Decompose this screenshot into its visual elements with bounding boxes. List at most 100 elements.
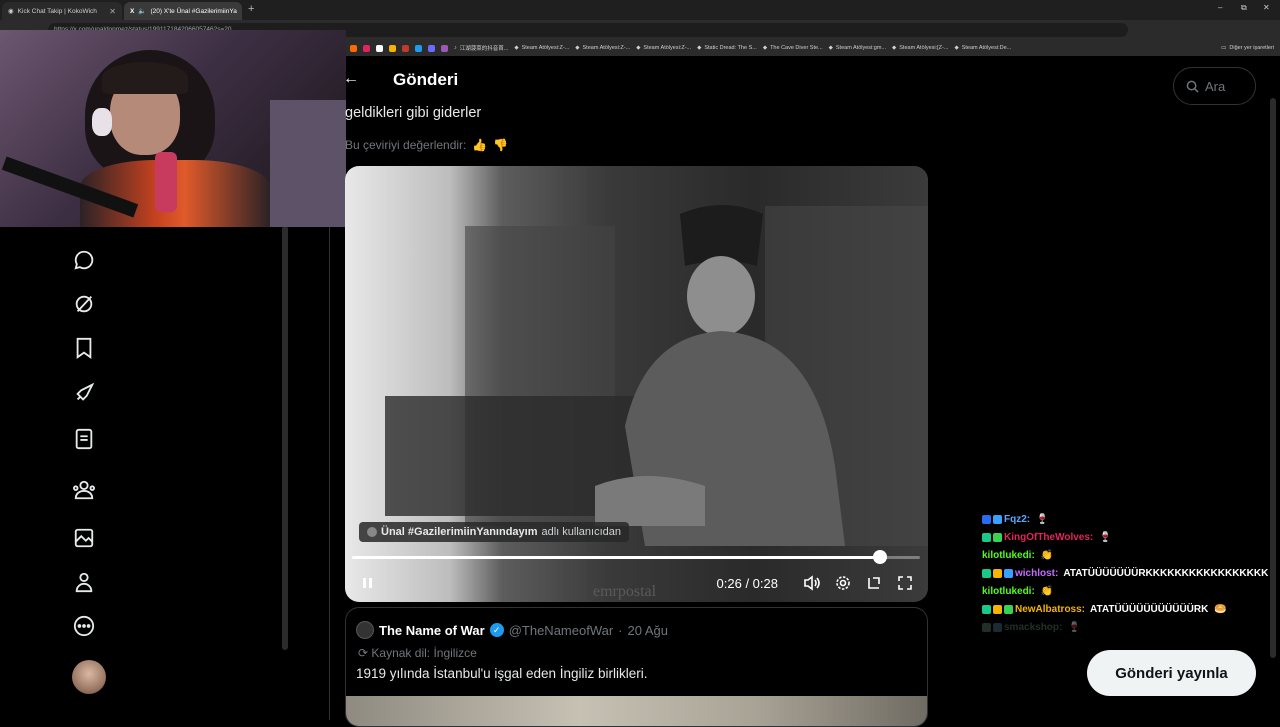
- left-scrollbar[interactable]: [282, 226, 288, 650]
- bookmark-icon[interactable]: [441, 44, 448, 52]
- quoted-media[interactable]: [346, 696, 927, 726]
- browser-tab-kick-chat[interactable]: ◉ Kick Chat Takip | KokoWich ✕: [2, 2, 122, 20]
- fullscreen-icon[interactable]: [894, 572, 916, 594]
- chat-username: smackshop:: [1004, 621, 1063, 633]
- bookmark-item[interactable]: ◆ Steam Atölyesi:[Z-...: [892, 45, 948, 51]
- search-input[interactable]: Ara: [1173, 67, 1256, 105]
- chat-badge-icon: [993, 514, 1002, 524]
- verified-badge-icon: ✓: [489, 623, 504, 637]
- grok-icon[interactable]: [72, 292, 96, 316]
- chat-badge-icon: [1004, 604, 1013, 614]
- browser-tab-x[interactable]: X 🔈 (20) X'te Ünal #GazilerimiinYa ✕: [124, 2, 242, 20]
- tiktok-icon: ♪: [454, 45, 457, 51]
- chat-badge-icon: [982, 622, 991, 632]
- chat-badge-icon: [1004, 568, 1013, 578]
- translate-icon: ⟳: [358, 646, 369, 660]
- account-avatar[interactable]: [72, 660, 106, 694]
- video-progress-fill: [352, 556, 881, 559]
- close-tab-icon[interactable]: ✕: [241, 7, 242, 16]
- chat-text: ATATÜÜÜÜÜÜÜÜÜÜÜRK: [1090, 603, 1209, 615]
- speaker-icon[interactable]: 🔈: [138, 7, 146, 15]
- volume-icon[interactable]: [801, 572, 823, 594]
- chat-badge-icon: [982, 532, 991, 542]
- quoted-date[interactable]: 20 Ağu: [628, 623, 669, 638]
- quoted-handle[interactable]: @TheNameofWar: [509, 623, 613, 638]
- chat-icon[interactable]: [72, 248, 96, 272]
- steam-icon: ◆: [762, 45, 768, 51]
- minimize-button[interactable]: –: [1218, 3, 1222, 12]
- avatar-icon: [367, 527, 377, 537]
- chat-emote-icon: 🍷: [1099, 531, 1112, 543]
- bookmark-icon[interactable]: [363, 44, 370, 52]
- pause-icon[interactable]: [357, 572, 379, 594]
- quoted-tweet-header: The Name of War ✓ @TheNameofWar · 20 Ağu: [356, 621, 668, 639]
- video-progress-bar[interactable]: [352, 550, 920, 564]
- communities-icon[interactable]: [72, 478, 96, 502]
- chat-badge-icon: [993, 604, 1002, 614]
- publish-post-button[interactable]: Gönderi yayınla: [1087, 650, 1256, 696]
- chat-badge-icon: [993, 622, 1002, 632]
- bookmark-label: Steam Atölyesi:[Z-...: [899, 45, 949, 51]
- settings-gear-icon[interactable]: [832, 572, 854, 594]
- chat-emote-icon: 🍷: [1036, 513, 1049, 525]
- back-arrow-icon[interactable]: ←: [343, 70, 363, 90]
- video-attribution[interactable]: Ünal #GazilerimiinYanındayım adlı kullan…: [359, 522, 629, 542]
- bookmark-icon[interactable]: [428, 44, 435, 52]
- chat-badge-icon: [982, 568, 991, 578]
- stream-chat-overlay: Fqz2: 🍷 KingOfTheWolves: 🍷 kilotlukedi: 👏 wich…: [982, 510, 1274, 636]
- close-window-button[interactable]: ✕: [1263, 3, 1270, 12]
- picture-in-picture-icon[interactable]: [863, 572, 885, 594]
- bookmark-item[interactable]: ◆ Static Dread: The S...: [697, 45, 757, 51]
- bookmark-item[interactable]: ◆ The Cave Diver Ste...: [763, 45, 823, 51]
- bookmark-item[interactable]: ◆ Steam Atölyesi:De...: [954, 45, 1011, 51]
- more-icon[interactable]: [72, 614, 96, 638]
- search-placeholder: Ara: [1205, 78, 1226, 94]
- bookmark-icon[interactable]: [402, 44, 409, 52]
- bookmark-icon[interactable]: [389, 44, 396, 52]
- steam-icon: ◆: [514, 45, 519, 51]
- quoted-avatar[interactable]: [356, 621, 374, 639]
- thumbs-up-icon[interactable]: 👍: [472, 138, 487, 152]
- bookmark-label: Diğer yer işaretleri: [1229, 45, 1274, 51]
- list-icon[interactable]: [72, 427, 96, 451]
- chat-username: KingOfTheWolves:: [1004, 531, 1094, 543]
- chat-message: Fqz2: 🍷: [982, 510, 1274, 528]
- chat-badge-icon: [982, 604, 991, 614]
- quoted-name[interactable]: The Name of War: [379, 623, 485, 638]
- steam-icon: ◆: [575, 45, 580, 51]
- webcam-overlay: [0, 30, 346, 227]
- bookmark-icon[interactable]: [376, 44, 383, 52]
- bookmark-item[interactable]: ◆ Steam Atölyesi:Z-...: [575, 45, 630, 51]
- rocket-icon[interactable]: [72, 381, 96, 405]
- bookmark-icon[interactable]: [350, 44, 357, 52]
- bookmark-item[interactable]: ♪ 江湖菠菜的抖音首...: [454, 44, 508, 52]
- chat-username: kilotlukedi:: [982, 585, 1035, 597]
- new-tab-button[interactable]: +: [248, 3, 254, 15]
- maximize-button[interactable]: ⧉: [1241, 3, 1247, 13]
- chat-message: smackshop: 🍷: [982, 618, 1274, 636]
- bookmark-item[interactable]: ◆ Steam Atölyesi:gm...: [829, 45, 886, 51]
- steam-icon: ◆: [954, 45, 959, 51]
- other-bookmarks[interactable]: ▭ Diğer yer işaretleri: [1221, 45, 1280, 51]
- thumbs-down-icon[interactable]: 👎: [493, 138, 508, 152]
- chat-text: ATATÜÜÜÜÜÜÜRKKKKKKKKKKKKKKKKK: [1063, 567, 1269, 579]
- steam-icon: ◆: [697, 45, 702, 51]
- chat-badge-icon: [982, 514, 991, 524]
- profile-icon[interactable]: [72, 570, 96, 594]
- bookmark-label: Static Dread: The S...: [704, 45, 757, 51]
- bookmarks-bar: ♪ 江湖菠菜的抖音首... ◆ Steam Atölyesi:Z-... ◆ Stea…: [346, 40, 1280, 56]
- chat-message: kilotlukedi: 👏: [982, 582, 1274, 600]
- bookmark-label: Steam Atölyesi:Z-...: [521, 45, 570, 51]
- bookmark-label: Steam Atölyesi:gm...: [835, 45, 887, 51]
- bookmark-item[interactable]: ◆ Steam Atölyesi:Z-...: [514, 45, 569, 51]
- steam-icon: ◆: [892, 45, 897, 51]
- bookmark-icon[interactable]: [72, 336, 96, 360]
- quoted-tweet[interactable]: The Name of War ✓ @TheNameofWar · 20 Ağu…: [345, 607, 928, 727]
- video-player[interactable]: emrpostal Ünal #GazilerimiinYanındayım a…: [345, 166, 928, 602]
- bookmark-item[interactable]: ◆ Steam Atölyesi:Z-...: [636, 45, 691, 51]
- media-icon[interactable]: [72, 526, 96, 550]
- bookmark-icon[interactable]: [415, 44, 422, 52]
- close-tab-icon[interactable]: ✕: [109, 7, 116, 16]
- x-logo-icon: X: [130, 7, 135, 15]
- page-title: Gönderi: [393, 70, 459, 89]
